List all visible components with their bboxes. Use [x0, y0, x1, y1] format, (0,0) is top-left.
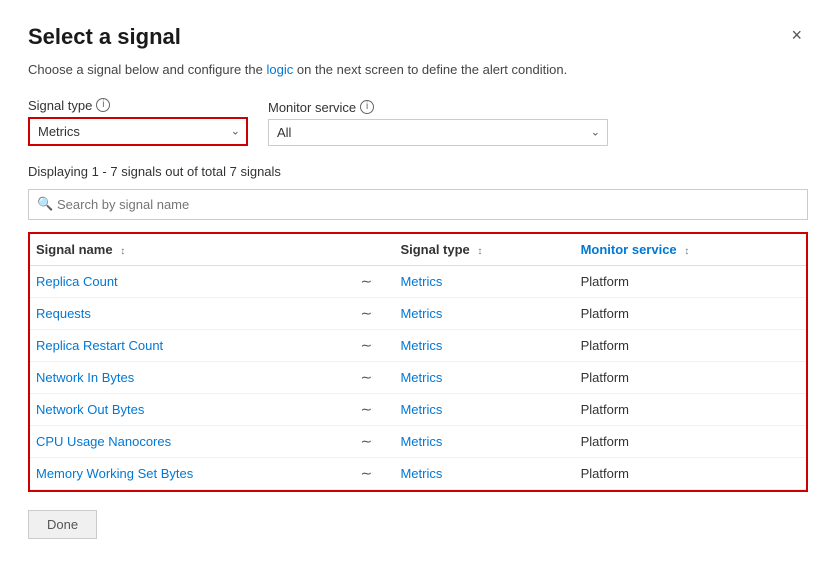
table-row: Requests ∼ MetricsPlatform [30, 297, 806, 329]
signal-wave-icon: ∼ [360, 305, 372, 321]
monitor-service-filter-group: Monitor service i All Platform ⌄ [268, 100, 608, 146]
monitor-service-select[interactable]: All Platform [268, 119, 608, 146]
done-button[interactable]: Done [28, 510, 97, 539]
signal-type-info-icon: i [96, 98, 110, 112]
monitor-service-sort-icon[interactable]: ↕ [684, 246, 689, 257]
table-row: Memory Working Set Bytes ∼ MetricsPlatform [30, 457, 806, 489]
table-row: CPU Usage Nanocores ∼ MetricsPlatform [30, 425, 806, 457]
col-signal-type: Signal type ↕ [394, 234, 574, 266]
monitor-service-cell: Platform [575, 297, 806, 329]
signal-name-cell: Replica Restart Count [30, 329, 354, 361]
signal-name-cell: Network Out Bytes [30, 393, 354, 425]
signal-icon-cell: ∼ [354, 425, 394, 457]
subtitle-after-link: on the next screen to define the alert c… [297, 62, 567, 77]
signals-table: Signal name ↕ Signal type ↕ Monitor serv… [30, 234, 806, 490]
signal-name-link[interactable]: CPU Usage Nanocores [36, 434, 171, 449]
signal-wave-icon: ∼ [360, 465, 372, 481]
search-icon: 🔍 [37, 196, 53, 212]
signal-type-sort-icon[interactable]: ↕ [477, 246, 482, 257]
signal-name-sort-icon[interactable]: ↕ [120, 246, 125, 257]
monitor-service-label: Monitor service i [268, 100, 608, 115]
monitor-service-cell: Platform [575, 393, 806, 425]
monitor-service-info-icon: i [360, 100, 374, 114]
signal-type-filter-group: Signal type i Metrics Log Activity Log ⌄ [28, 98, 248, 146]
select-signal-dialog: Select a signal × Choose a signal below … [0, 0, 836, 564]
signal-type-select-wrapper: Metrics Log Activity Log ⌄ [28, 117, 248, 146]
table-row: Network In Bytes ∼ MetricsPlatform [30, 361, 806, 393]
search-box-wrapper: 🔍 [28, 189, 808, 220]
col-signal-name: Signal name ↕ [30, 234, 354, 266]
signal-type-label: Signal type i [28, 98, 248, 113]
signal-name-cell: CPU Usage Nanocores [30, 425, 354, 457]
table-row: Replica Count ∼ MetricsPlatform [30, 265, 806, 297]
signal-name-cell: Memory Working Set Bytes [30, 457, 354, 489]
monitor-service-cell: Platform [575, 265, 806, 297]
signal-icon-cell: ∼ [354, 265, 394, 297]
dialog-header: Select a signal × [28, 24, 808, 50]
monitor-service-cell: Platform [575, 361, 806, 393]
table-row: Replica Restart Count ∼ MetricsPlatform [30, 329, 806, 361]
table-header-row: Signal name ↕ Signal type ↕ Monitor serv… [30, 234, 806, 266]
monitor-service-cell: Platform [575, 329, 806, 361]
signal-wave-icon: ∼ [360, 273, 372, 289]
signal-type-cell: Metrics [394, 297, 574, 329]
subtitle-before-link: Choose a signal below and configure the [28, 62, 263, 77]
signal-type-cell: Metrics [394, 457, 574, 489]
signal-icon-cell: ∼ [354, 297, 394, 329]
signal-name-cell: Network In Bytes [30, 361, 354, 393]
signal-wave-icon: ∼ [360, 369, 372, 385]
signal-icon-cell: ∼ [354, 393, 394, 425]
filters-row: Signal type i Metrics Log Activity Log ⌄… [28, 98, 808, 146]
col-spacer [354, 234, 394, 266]
signal-name-link[interactable]: Requests [36, 306, 91, 321]
signal-name-link[interactable]: Network In Bytes [36, 370, 134, 385]
signal-name-cell: Requests [30, 297, 354, 329]
signal-type-cell: Metrics [394, 425, 574, 457]
signal-name-link[interactable]: Network Out Bytes [36, 402, 144, 417]
monitor-service-select-wrapper: All Platform ⌄ [268, 119, 608, 146]
signal-wave-icon: ∼ [360, 433, 372, 449]
signal-wave-icon: ∼ [360, 401, 372, 417]
monitor-service-cell: Platform [575, 457, 806, 489]
signals-tbody: Replica Count∼MetricsPlatformRequests∼Me… [30, 265, 806, 489]
signal-type-cell: Metrics [394, 265, 574, 297]
subtitle: Choose a signal below and configure the … [28, 60, 808, 80]
signal-type-select[interactable]: Metrics Log Activity Log [28, 117, 248, 146]
signal-type-cell: Metrics [394, 393, 574, 425]
signal-name-cell: Replica Count [30, 265, 354, 297]
signal-name-link[interactable]: Replica Count [36, 274, 118, 289]
dialog-title: Select a signal [28, 24, 181, 50]
monitor-service-cell: Platform [575, 425, 806, 457]
signal-icon-cell: ∼ [354, 361, 394, 393]
signals-table-wrapper: Signal name ↕ Signal type ↕ Monitor serv… [28, 232, 808, 492]
table-row: Network Out Bytes ∼ MetricsPlatform [30, 393, 806, 425]
col-monitor-service: Monitor service ↕ [575, 234, 806, 266]
signal-name-link[interactable]: Memory Working Set Bytes [36, 466, 193, 481]
footer: Done [28, 492, 808, 539]
signal-type-cell: Metrics [394, 329, 574, 361]
signal-icon-cell: ∼ [354, 329, 394, 361]
displaying-text: Displaying 1 - 7 signals out of total 7 … [28, 164, 808, 179]
signal-wave-icon: ∼ [360, 337, 372, 353]
close-button[interactable]: × [785, 24, 808, 46]
signal-name-link[interactable]: Replica Restart Count [36, 338, 163, 353]
signal-icon-cell: ∼ [354, 457, 394, 489]
signal-type-cell: Metrics [394, 361, 574, 393]
search-input[interactable] [28, 189, 808, 220]
subtitle-link[interactable]: logic [267, 62, 294, 77]
